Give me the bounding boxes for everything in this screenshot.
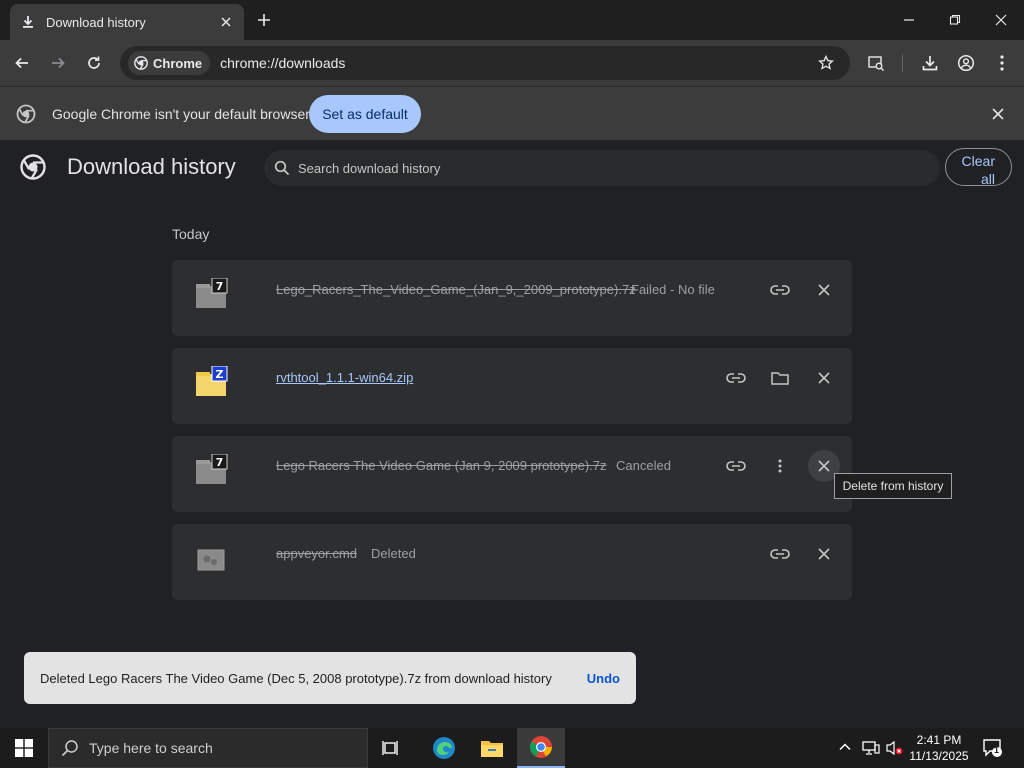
tray-chevron-up-icon[interactable]	[838, 740, 852, 754]
copy-link-icon[interactable]	[764, 538, 796, 570]
remove-icon[interactable]	[808, 538, 840, 570]
search-box[interactable]	[264, 150, 940, 186]
undo-button[interactable]: Undo	[587, 671, 620, 686]
toolbar-separator	[902, 54, 903, 72]
download-item: appveyor.cmd Deleted	[172, 524, 852, 600]
tab-title: Download history	[46, 14, 146, 30]
search-icon	[61, 739, 79, 757]
notification-count: 1	[994, 745, 1000, 755]
clock-date: 11/13/2025	[909, 749, 969, 763]
browser-toolbar: Chrome chrome://downloads	[0, 40, 1024, 86]
copy-link-icon[interactable]	[764, 274, 796, 306]
file-status: Canceled	[616, 458, 671, 473]
network-icon[interactable]	[862, 740, 880, 756]
cmd-file-icon	[194, 542, 228, 576]
chrome-logo-icon	[16, 104, 36, 124]
downloads-header: Download history Clear all	[0, 140, 1024, 196]
download-item: 7 Lego_Racers_The_Video_Game_(Jan_9,_200…	[172, 260, 852, 336]
chrome-logo-icon	[134, 56, 148, 70]
minimize-icon[interactable]	[897, 8, 921, 32]
close-window-icon[interactable]	[989, 8, 1013, 32]
file-explorer-icon[interactable]	[468, 728, 516, 768]
windows-taskbar: Type here to search 2:41 PM 11/13/2025 1	[0, 728, 1024, 768]
taskbar-search[interactable]: Type here to search	[48, 728, 368, 768]
search-input[interactable]	[298, 160, 898, 176]
restore-icon[interactable]	[943, 8, 967, 32]
system-clock[interactable]: 2:41 PM 11/13/2025	[904, 732, 974, 764]
toast-notification: Deleted Lego Racers The Video Game (Dec …	[24, 652, 636, 704]
default-browser-infobar: Google Chrome isn't your default browser…	[0, 86, 1024, 140]
task-view-icon[interactable]	[368, 728, 416, 768]
infobar-close-icon[interactable]	[988, 104, 1008, 124]
tab-strip: Download history	[0, 0, 1024, 40]
chrome-logo-icon	[20, 154, 46, 180]
download-icon	[20, 14, 36, 30]
clear-all-button[interactable]: Clear all	[945, 148, 1012, 187]
taskbar-search-placeholder: Type here to search	[89, 740, 213, 756]
reload-icon[interactable]	[82, 51, 106, 75]
download-item: Z rvthtool_1.1.1-win64.zip	[172, 348, 852, 424]
search-icon	[274, 160, 290, 176]
chrome-taskbar-icon[interactable]	[517, 728, 565, 768]
reading-mode-icon[interactable]	[864, 51, 888, 75]
copy-link-icon[interactable]	[720, 362, 752, 394]
page-title: Download history	[67, 154, 236, 179]
section-date-label: Today	[172, 226, 210, 242]
file-name-link[interactable]: rvthtool_1.1.1-win64.zip	[276, 370, 413, 385]
address-bar[interactable]: Chrome chrome://downloads	[120, 46, 850, 80]
chrome-chip[interactable]: Chrome	[128, 51, 211, 75]
7z-file-icon: 7	[194, 454, 228, 488]
set-as-default-button[interactable]: Set as default	[309, 95, 421, 133]
forward-icon[interactable]	[46, 51, 70, 75]
file-status: Failed - No file	[631, 282, 715, 297]
infobar-message: Google Chrome isn't your default browser	[52, 106, 310, 122]
tooltip: Delete from history	[834, 473, 952, 499]
menu-kebab-icon[interactable]	[990, 51, 1014, 75]
remove-icon[interactable]	[808, 274, 840, 306]
zip-folder-icon: Z	[194, 366, 228, 400]
file-name: Lego_Racers_The_Video_Game_(Jan_9,_2009_…	[276, 282, 636, 297]
downloads-icon[interactable]	[918, 51, 942, 75]
new-tab-button[interactable]	[254, 10, 274, 30]
back-icon[interactable]	[10, 51, 34, 75]
svg-text:7: 7	[216, 456, 224, 469]
chip-label: Chrome	[153, 55, 203, 71]
bookmark-star-icon[interactable]	[818, 55, 834, 71]
notifications-icon[interactable]: 1	[982, 738, 1004, 758]
volume-muted-icon[interactable]	[886, 740, 904, 756]
file-name: Lego Racers The Video Game (Jan 9, 2009 …	[276, 458, 607, 473]
remove-icon[interactable]	[808, 362, 840, 394]
toast-message: Deleted Lego Racers The Video Game (Dec …	[40, 670, 552, 686]
edge-icon[interactable]	[420, 728, 468, 768]
file-status: Deleted	[371, 546, 416, 561]
copy-link-icon[interactable]	[720, 450, 752, 482]
more-options-icon[interactable]	[764, 450, 796, 482]
tab-download-history[interactable]: Download history	[10, 4, 244, 40]
profile-icon[interactable]	[954, 51, 978, 75]
file-name: appveyor.cmd	[276, 546, 357, 561]
svg-text:Z: Z	[216, 368, 224, 381]
download-item: 7 Lego Racers The Video Game (Jan 9, 200…	[172, 436, 852, 512]
url-text[interactable]: chrome://downloads	[220, 55, 818, 71]
7z-file-icon: 7	[194, 278, 228, 312]
tab-close-icon[interactable]	[218, 14, 234, 30]
windows-start-icon[interactable]	[0, 728, 48, 768]
clock-time: 2:41 PM	[916, 733, 962, 747]
show-in-folder-icon[interactable]	[764, 362, 796, 394]
svg-text:7: 7	[216, 280, 224, 293]
